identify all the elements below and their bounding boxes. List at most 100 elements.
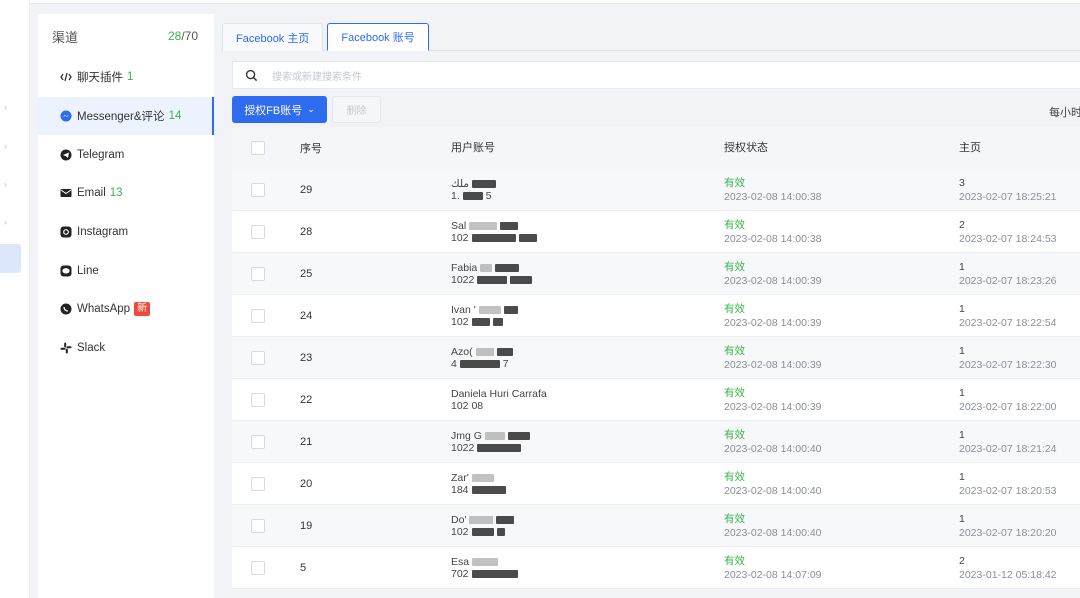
row-no: 21 [300, 435, 313, 448]
redacted-blur [496, 347, 513, 356]
row-checkbox[interactable] [251, 224, 265, 239]
row-checkbox[interactable] [251, 266, 265, 281]
channel-item-instagram[interactable]: Instagram [38, 213, 214, 252]
row-no: 19 [300, 519, 313, 532]
row-checkbox[interactable] [251, 308, 265, 323]
channel-count: 14 [168, 110, 182, 123]
new-badge: 新 [134, 302, 151, 317]
table-row[interactable]: 28 Sal 102 有效 2023-02-08 14:00:38 2 2023… [232, 211, 1080, 253]
table-row[interactable]: 24 Ivan ' 102 有效 2023-02-08 14:00:39 1 2… [232, 295, 1080, 337]
row-user-account: Azo( 4 7 [451, 346, 513, 370]
redacted-blur [477, 275, 508, 284]
redacted-blur [484, 431, 505, 440]
table-row[interactable]: 5 Esa 702 有效 2023-02-08 14:07:09 2 2023-… [232, 547, 1080, 589]
row-auth-status: 有效 2023-02-08 14:00:40 [724, 470, 822, 498]
nav-arrow-icon[interactable]: › [4, 218, 8, 227]
nav-active-item[interactable] [0, 244, 21, 273]
redacted-blur [471, 317, 490, 326]
email-icon [60, 187, 72, 199]
row-auth-status: 有效 2023-02-08 14:07:09 [724, 554, 822, 582]
user-id: 102 [451, 231, 469, 244]
delete-button[interactable]: 删除 [332, 96, 381, 123]
status-time: 2023-02-08 14:00:38 [724, 232, 822, 245]
row-checkbox[interactable] [251, 434, 265, 449]
redacted-blur [480, 263, 493, 272]
row-user-account: Zar' 184 [451, 472, 506, 496]
row-checkbox[interactable] [251, 560, 265, 575]
redacted-blur [496, 527, 505, 536]
page-time: 2023-02-07 18:21:24 [959, 442, 1057, 455]
page-time: 2023-02-07 18:22:30 [959, 358, 1057, 371]
page-count: 3 [959, 176, 965, 189]
redacted-blur [471, 569, 518, 578]
row-checkbox[interactable] [251, 350, 265, 365]
row-auth-status: 有效 2023-02-08 14:00:38 [724, 218, 822, 246]
user-id: 184 [451, 483, 469, 496]
table-row[interactable]: 19 Do' 102 有效 2023-02-08 14:00:40 1 2023… [232, 505, 1080, 547]
nav-arrow-icon[interactable]: › [4, 103, 8, 112]
instagram-icon [60, 226, 72, 238]
status-time: 2023-02-08 14:00:40 [724, 484, 822, 497]
accounts-table: 序号 用户账号 授权状态 主页 29 ملك 1. 5 有效 2023-02-0… [232, 127, 1080, 589]
channel-item-slack[interactable]: Slack [38, 329, 214, 368]
row-checkbox[interactable] [251, 476, 265, 491]
row-no: 24 [300, 309, 313, 322]
row-user-account: ملك 1. 5 [451, 178, 496, 202]
channel-item-email[interactable]: Email 13 [38, 174, 214, 213]
channel-label: 聊天插件 [77, 72, 123, 85]
table-body: 29 ملك 1. 5 有效 2023-02-08 14:00:38 3 202… [232, 169, 1080, 589]
nav-arrow-icon[interactable]: › [4, 180, 8, 189]
channel-item-chat-plugin[interactable]: 聊天插件 1 [38, 58, 214, 97]
row-user-account: Daniela Huri Carrafa 102 08 [451, 388, 547, 412]
tab-facebook-page[interactable]: Facebook 主页 [222, 23, 324, 51]
redacted-blur [503, 305, 518, 314]
table-row[interactable]: 20 Zar' 184 有效 2023-02-08 14:00:40 1 202… [232, 463, 1080, 505]
redacted-blur [478, 305, 501, 314]
status-value: 有效 [724, 302, 745, 315]
page-time: 2023-02-07 18:24:53 [959, 232, 1057, 245]
redacted-blur [469, 221, 498, 230]
redacted-blur [510, 275, 533, 284]
row-checkbox[interactable] [251, 182, 265, 197]
table-row[interactable]: 25 Fabia 1022 有效 2023-02-08 14:00:39 1 2… [232, 253, 1080, 295]
user-id: 102 [451, 399, 469, 412]
table-row[interactable]: 22 Daniela Huri Carrafa 102 08 有效 2023-0… [232, 379, 1080, 421]
tab-facebook-account[interactable]: Facebook 账号 [327, 23, 429, 51]
status-time: 2023-02-08 14:00:40 [724, 442, 822, 455]
row-user-account: Ivan ' 102 [451, 304, 518, 328]
search-bar[interactable]: 搜索或新建搜索条件 [232, 61, 1080, 89]
row-auth-status: 有效 2023-02-08 14:00:38 [724, 176, 822, 204]
redacted-blur [471, 233, 516, 242]
redacted-blur [471, 473, 494, 482]
nav-arrow-icon[interactable]: › [4, 142, 8, 151]
channel-item-messenger[interactable]: Messenger&评论 14 [38, 96, 214, 136]
row-user-account: Sal 102 [451, 220, 537, 244]
page-count: 1 [959, 470, 965, 483]
page-count: 1 [959, 428, 965, 441]
select-all-checkbox[interactable] [251, 141, 265, 155]
channels-header: 渠道 28/70 [38, 14, 214, 58]
row-checkbox[interactable] [251, 518, 265, 533]
row-auth-status: 有效 2023-02-08 14:00:39 [724, 260, 822, 288]
header-no: 序号 [300, 143, 322, 155]
row-checkbox[interactable] [251, 392, 265, 407]
redacted-blur [496, 515, 515, 524]
redacted-blur [507, 431, 530, 440]
table-row[interactable]: 21 Jmg G 1022 有效 2023-02-08 14:00:40 1 2… [232, 421, 1080, 463]
channel-item-whatsapp[interactable]: WhatsApp 新 [38, 290, 214, 329]
table-row[interactable]: 29 ملك 1. 5 有效 2023-02-08 14:00:38 3 202… [232, 169, 1080, 211]
user-name: Sal [451, 219, 467, 232]
authorize-fb-account-button[interactable]: 授权FB账号 ⌄ [232, 96, 327, 123]
table-row[interactable]: 23 Azo( 4 7 有效 2023-02-08 14:00:39 1 202… [232, 337, 1080, 379]
redacted-blur [495, 263, 520, 272]
row-page: 1 2023-02-07 18:22:54 [959, 302, 1057, 330]
user-id-tail: 7 [502, 357, 509, 370]
page-time: 2023-02-07 18:23:26 [959, 274, 1057, 287]
channel-item-line[interactable]: Line [38, 251, 214, 290]
channel-item-telegram[interactable]: Telegram [38, 135, 214, 174]
page-time: 2023-02-07 18:25:21 [959, 190, 1057, 203]
status-time: 2023-02-08 14:00:39 [724, 274, 822, 287]
search-input[interactable]: 搜索或新建搜索条件 [272, 68, 362, 83]
user-name: Esa [451, 555, 470, 568]
page-count: 1 [959, 386, 965, 399]
